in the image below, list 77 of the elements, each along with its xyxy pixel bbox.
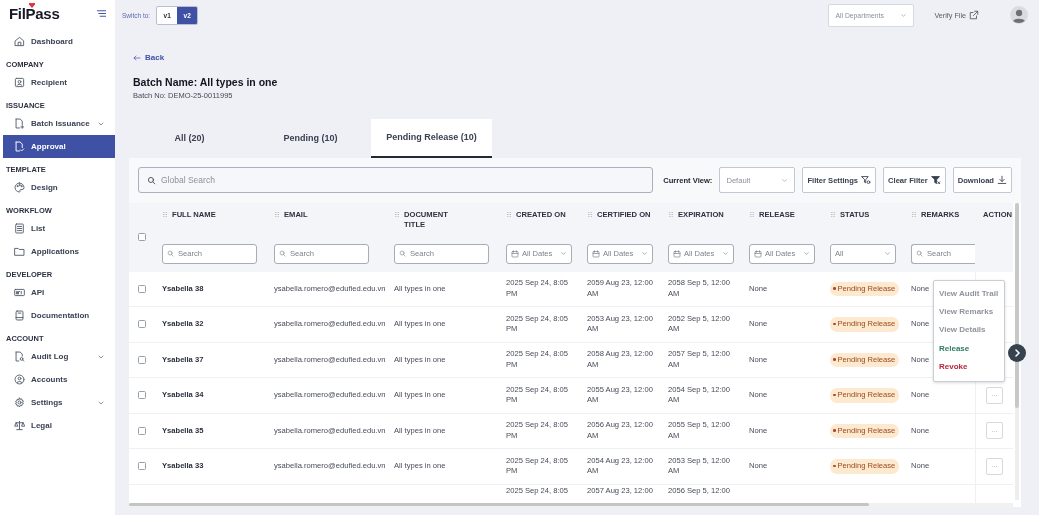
logo: FilPass — [9, 4, 60, 22]
calendar-icon — [754, 249, 762, 258]
checkbox[interactable] — [138, 355, 146, 364]
batch-name: Batch Name: All types in one — [133, 75, 279, 88]
calendar-icon — [592, 249, 600, 258]
calendar-icon — [673, 249, 681, 258]
external-link-icon — [969, 10, 979, 20]
sidebar-item[interactable]: API — [3, 281, 115, 304]
sidebar-item[interactable]: Applications — [3, 240, 115, 263]
document-search-icon — [14, 351, 25, 362]
sidebar-item[interactable]: Batch Issuance — [3, 112, 115, 135]
chevron-down-icon — [884, 250, 891, 257]
folder-icon — [14, 246, 25, 257]
id-card-icon — [14, 77, 25, 88]
drag-handle-icon — [830, 210, 836, 218]
checkbox[interactable] — [138, 284, 146, 293]
calendar-icon — [511, 249, 519, 258]
checkbox[interactable] — [138, 320, 146, 329]
sidebar-item[interactable]: Audit Log — [3, 345, 115, 368]
sidebar-item[interactable]: Documentation — [3, 304, 115, 327]
document-plus-icon — [14, 118, 25, 129]
chevron-down-icon — [641, 250, 648, 257]
arrow-left-icon — [133, 53, 141, 62]
back-link[interactable]: Back — [133, 53, 165, 62]
tab[interactable]: All (20) — [129, 118, 250, 158]
search-icon — [147, 175, 156, 185]
drag-handle-icon — [668, 210, 674, 218]
menu-icon — [96, 7, 107, 19]
house-icon — [14, 36, 25, 47]
clear-filter-icon — [930, 175, 941, 185]
search-icon — [916, 250, 923, 257]
drag-handle-icon — [274, 210, 280, 218]
sidebar-item[interactable]: Legal — [3, 414, 115, 437]
sidebar-item[interactable]: List — [3, 217, 115, 240]
document-check-icon — [14, 141, 25, 152]
chevron-down-icon — [803, 250, 810, 257]
chevron-down-icon — [560, 250, 567, 257]
chevron-down-icon — [781, 176, 789, 184]
search-icon — [167, 250, 174, 257]
api-icon — [14, 287, 25, 298]
scroll-right-button[interactable] — [1008, 343, 1026, 362]
list-icon — [14, 223, 25, 234]
scrollbar[interactable] — [129, 502, 1013, 507]
drag-handle-icon — [506, 210, 512, 218]
checkbox[interactable] — [138, 426, 146, 435]
drag-handle-icon — [749, 210, 755, 218]
user-circle-icon — [14, 374, 25, 385]
sidebar-item[interactable]: Design — [3, 176, 115, 199]
download-icon — [997, 175, 1007, 185]
sidebar-item[interactable]: Dashboard — [3, 30, 115, 53]
filter-settings-icon — [861, 175, 872, 185]
sidebar-item[interactable]: Approval — [3, 135, 115, 158]
tab[interactable]: Pending (10) — [250, 118, 371, 158]
tab[interactable]: Pending Release (10) — [371, 118, 492, 158]
sidebar-item[interactable]: Recipient — [3, 71, 115, 94]
drag-handle-icon — [911, 210, 917, 218]
drag-handle-icon — [162, 210, 168, 218]
sidebar-item[interactable]: Settings — [3, 391, 115, 414]
heart-icon — [29, 2, 35, 8]
book-icon — [14, 310, 25, 321]
gear-icon — [14, 397, 25, 408]
checkbox[interactable] — [138, 233, 146, 241]
search-icon — [399, 250, 406, 257]
scales-icon — [14, 420, 25, 431]
scrollbar[interactable] — [1015, 202, 1019, 500]
search-icon — [279, 250, 286, 257]
menu-item[interactable]: Release — [934, 339, 1004, 359]
palette-icon — [14, 182, 25, 193]
checkbox[interactable] — [138, 462, 146, 471]
menu-item[interactable]: Revoke — [934, 358, 1004, 377]
drag-handle-icon — [394, 210, 400, 218]
checkbox[interactable] — [138, 391, 146, 400]
avatar[interactable] — [1010, 6, 1028, 24]
drag-handle-icon — [587, 210, 593, 218]
chevron-down-icon — [722, 250, 729, 257]
chevron-down-icon — [900, 11, 908, 19]
sidebar-item[interactable]: Accounts — [3, 368, 115, 391]
